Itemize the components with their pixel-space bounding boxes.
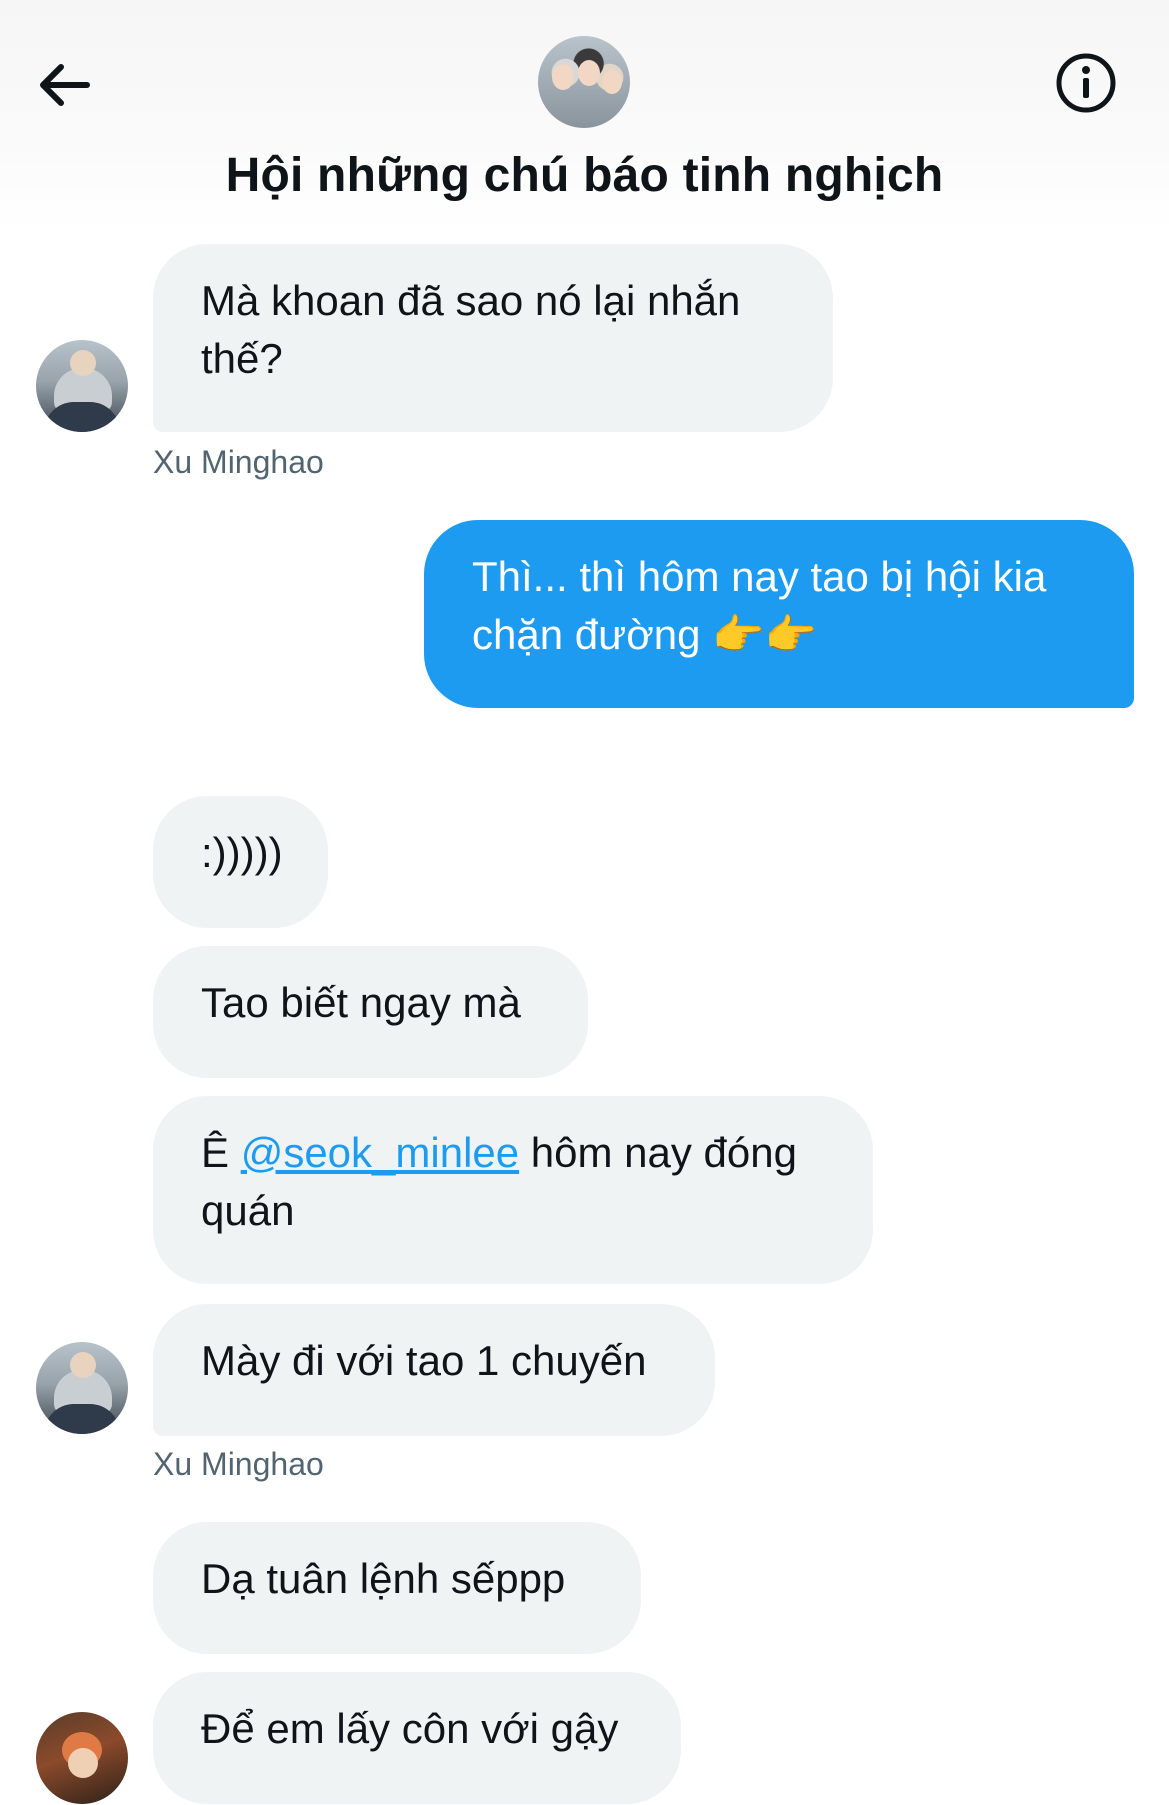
message-text: Thì... thì hôm nay tao bị hội kia bbox=[472, 553, 1047, 600]
sender-avatar[interactable] bbox=[36, 1342, 128, 1434]
message-bubble[interactable]: Dạ tuân lệnh sếppp bbox=[153, 1522, 641, 1654]
message-text: chặn đường bbox=[472, 611, 701, 658]
info-circle-icon bbox=[1056, 53, 1116, 113]
sender-name: Xu Minghao bbox=[153, 1446, 324, 1482]
back-button[interactable] bbox=[28, 50, 98, 120]
message-text: Dạ tuân lệnh sếppp bbox=[201, 1555, 566, 1602]
message-text: thế? bbox=[201, 335, 283, 382]
group-avatar[interactable] bbox=[538, 36, 630, 128]
message-text: Để em lấy côn với gậy bbox=[201, 1705, 619, 1752]
message-bubble[interactable]: Ê @seok_minlee hôm nay đóng quán bbox=[153, 1096, 873, 1284]
message-text: Mà khoan đã sao nó lại nhắn bbox=[201, 277, 741, 324]
message-text: hôm nay đóng bbox=[530, 1129, 797, 1176]
sender-avatar[interactable] bbox=[36, 340, 128, 432]
pointing-hands-emoji: 👉👉 bbox=[712, 610, 817, 659]
user-mention-link[interactable]: @seok_minlee bbox=[241, 1129, 519, 1176]
message-text: Tao biết ngay mà bbox=[201, 979, 521, 1026]
message-text: quán bbox=[201, 1187, 295, 1234]
message-bubble[interactable]: Để em lấy côn với gậy bbox=[153, 1672, 681, 1804]
message-text: :))))) bbox=[201, 829, 283, 876]
message-bubble[interactable]: Mà khoan đã sao nó lại nhắn thế? bbox=[153, 244, 833, 432]
conversation-header: Hội những chú báo tinh nghịch bbox=[0, 0, 1169, 232]
message-bubble[interactable]: Mày đi với tao 1 chuyến bbox=[153, 1304, 715, 1436]
message-text: Ê bbox=[201, 1129, 230, 1176]
message-bubble[interactable]: :))))) bbox=[153, 796, 328, 928]
arrow-left-icon bbox=[40, 64, 90, 106]
conversation-title: Hội những chú báo tinh nghịch bbox=[225, 149, 944, 202]
info-button[interactable] bbox=[1053, 50, 1119, 116]
message-bubble[interactable]: Tao biết ngay mà bbox=[153, 946, 588, 1078]
message-bubble[interactable]: Thì... thì hôm nay tao bị hội kia chặn đ… bbox=[424, 520, 1134, 708]
sender-name: Xu Minghao bbox=[153, 444, 324, 480]
sender-avatar[interactable] bbox=[36, 1712, 128, 1804]
message-text: Mày đi với tao 1 chuyến bbox=[201, 1337, 647, 1384]
